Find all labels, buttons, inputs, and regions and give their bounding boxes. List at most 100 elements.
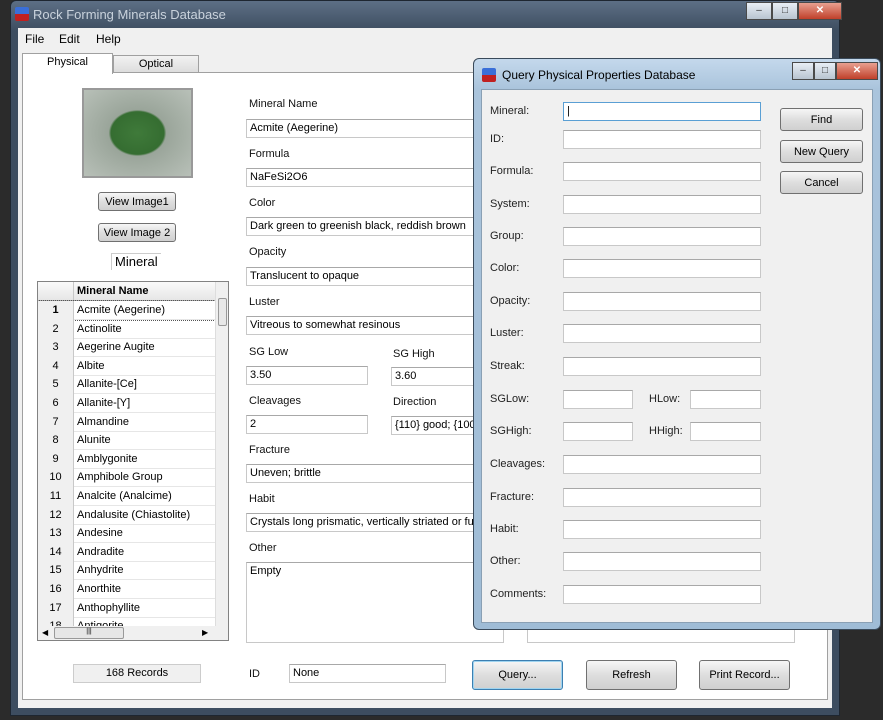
mineral-name-cell: Almandine: [77, 415, 129, 428]
mineral-name-field[interactable]: Acmite (Aegerine): [246, 119, 506, 138]
table-row[interactable]: 3 Aegerine Augite: [38, 338, 215, 358]
find-button[interactable]: Find: [780, 108, 863, 131]
table-row[interactable]: 7 Almandine: [38, 412, 215, 432]
cleavages-field[interactable]: 2: [246, 415, 368, 434]
color-field[interactable]: Dark green to greenish black, reddish br…: [246, 217, 506, 236]
opacity-field[interactable]: Translucent to opaque: [246, 267, 506, 286]
query-button[interactable]: Query...: [472, 660, 563, 690]
dialog-close-button[interactable]: ✕: [836, 62, 878, 80]
table-row[interactable]: 16 Anorthite: [38, 580, 215, 599]
query-cleavages-label: Cleavages:: [490, 458, 546, 470]
table-row[interactable]: 17 Anthophyllite: [38, 598, 215, 618]
query-hhigh-input[interactable]: [690, 422, 761, 441]
query-habit-input[interactable]: [563, 520, 761, 539]
color-label: Color: [249, 197, 276, 209]
tab-physical[interactable]: Physical: [22, 53, 113, 74]
maximize-button[interactable]: □: [772, 2, 798, 20]
formula-field[interactable]: NaFeSi2O6: [246, 168, 506, 187]
mineral-list-grid[interactable]: Mineral Name 1 Acmite (Aegerine) 2 Actinoli…: [37, 281, 229, 641]
new-query-button[interactable]: New Query: [780, 140, 863, 163]
column-header-mineral-name[interactable]: Mineral Name: [77, 282, 149, 300]
cancel-button[interactable]: Cancel: [780, 171, 863, 194]
query-comments-input[interactable]: [563, 585, 761, 604]
row-number: 15: [38, 561, 74, 581]
minimize-button[interactable]: –: [746, 2, 772, 20]
table-row[interactable]: 6 Allanite-[Y]: [38, 394, 215, 413]
table-row[interactable]: 10 Amphibole Group: [38, 468, 215, 488]
query-luster-input[interactable]: [563, 324, 761, 343]
mineral-name-cell: Analcite (Analcime): [77, 490, 172, 502]
app-mineral-icon: [482, 68, 496, 82]
query-group-input[interactable]: [563, 227, 761, 246]
table-row[interactable]: 4 Albite: [38, 356, 215, 376]
view-image2-button[interactable]: View Image 2: [98, 223, 176, 242]
sg-low-field[interactable]: 3.50: [246, 366, 368, 385]
table-row[interactable]: 2 Actinolite: [38, 319, 215, 339]
query-hlow-label: HLow:: [649, 393, 681, 405]
luster-field[interactable]: Vitreous to somewhat resinous: [246, 316, 506, 335]
query-system-input[interactable]: [563, 195, 761, 214]
menu-edit[interactable]: Edit: [59, 32, 80, 46]
query-streak-input[interactable]: [563, 357, 761, 376]
close-button[interactable]: ✕: [798, 2, 842, 20]
query-opacity-input[interactable]: [563, 292, 761, 311]
print-record-button[interactable]: Print Record...: [699, 660, 790, 690]
query-mineral-input[interactable]: |: [563, 102, 761, 121]
dialog-minimize-button[interactable]: –: [792, 62, 814, 80]
horizontal-scrollbar[interactable]: ◀ ||| ▶: [38, 626, 228, 640]
other-textarea[interactable]: Empty: [246, 562, 504, 643]
refresh-button[interactable]: Refresh: [586, 660, 677, 690]
title-bar[interactable]: Rock Forming Minerals Database – □ ✕: [11, 1, 842, 27]
habit-label: Habit: [249, 493, 275, 505]
menu-file[interactable]: File: [25, 32, 44, 46]
table-row[interactable]: 12 Andalusite (Chiastolite): [38, 505, 215, 525]
mineral-caption: Mineral: [111, 253, 161, 270]
sg-low-label: SG Low: [249, 346, 289, 358]
scroll-left-icon[interactable]: ◀: [42, 628, 48, 637]
query-sglow-label: SGLow:: [490, 393, 530, 405]
view-image1-button[interactable]: View Image1: [98, 192, 176, 211]
query-id-input[interactable]: [563, 130, 761, 149]
h-scroll-thumb[interactable]: |||: [54, 627, 124, 639]
row-number: 13: [38, 524, 74, 544]
query-habit-label: Habit:: [490, 523, 519, 535]
mineral-name-cell: Amphibole Group: [77, 471, 163, 484]
query-other-input[interactable]: [563, 552, 761, 571]
table-row[interactable]: 15 Anhydrite: [38, 561, 215, 581]
window-title: Rock Forming Minerals Database: [33, 7, 226, 22]
query-sglow-input[interactable]: [563, 390, 633, 409]
table-row[interactable]: 5 Allanite-[Ce]: [38, 375, 215, 395]
query-color-label: Color:: [490, 262, 520, 274]
fracture-field[interactable]: Uneven; brittle: [246, 464, 506, 483]
table-row[interactable]: 11 Analcite (Analcime): [38, 487, 215, 506]
query-hlow-input[interactable]: [690, 390, 761, 409]
query-fracture-input[interactable]: [563, 488, 761, 507]
opacity-label: Opacity: [249, 246, 287, 258]
menu-help[interactable]: Help: [96, 32, 121, 46]
query-hhigh-label: HHigh:: [649, 425, 683, 437]
records-count: 168 Records: [73, 664, 201, 683]
row-number: 17: [38, 598, 74, 618]
table-row[interactable]: 1 Acmite (Aegerine): [38, 300, 216, 321]
tab-optical[interactable]: Optical: [113, 55, 199, 73]
query-sghigh-input[interactable]: [563, 422, 633, 441]
vertical-scrollbar[interactable]: [215, 282, 228, 626]
query-color-input[interactable]: [563, 259, 761, 278]
table-row[interactable]: 14 Andradite: [38, 542, 215, 562]
mineral-name-cell: Allanite-[Ce]: [77, 378, 137, 391]
cleavages-label: Cleavages: [249, 395, 301, 407]
scroll-thumb[interactable]: [218, 298, 227, 326]
table-row[interactable]: 8 Alunite: [38, 431, 215, 451]
scroll-right-icon[interactable]: ▶: [202, 628, 208, 637]
table-row[interactable]: 9 Amblygonite: [38, 449, 215, 469]
formula-label: Formula: [249, 148, 290, 160]
query-luster-label: Luster:: [490, 327, 524, 339]
habit-field[interactable]: Crystals long prismatic, vertically stri…: [246, 513, 506, 532]
table-row[interactable]: 13 Andesine: [38, 524, 215, 544]
query-formula-input[interactable]: [563, 162, 761, 181]
query-id-label: ID:: [490, 133, 505, 145]
fracture-label: Fracture: [249, 444, 290, 456]
dialog-maximize-button[interactable]: □: [814, 62, 836, 80]
query-cleavages-input[interactable]: [563, 455, 761, 474]
id-field[interactable]: None: [289, 664, 446, 683]
